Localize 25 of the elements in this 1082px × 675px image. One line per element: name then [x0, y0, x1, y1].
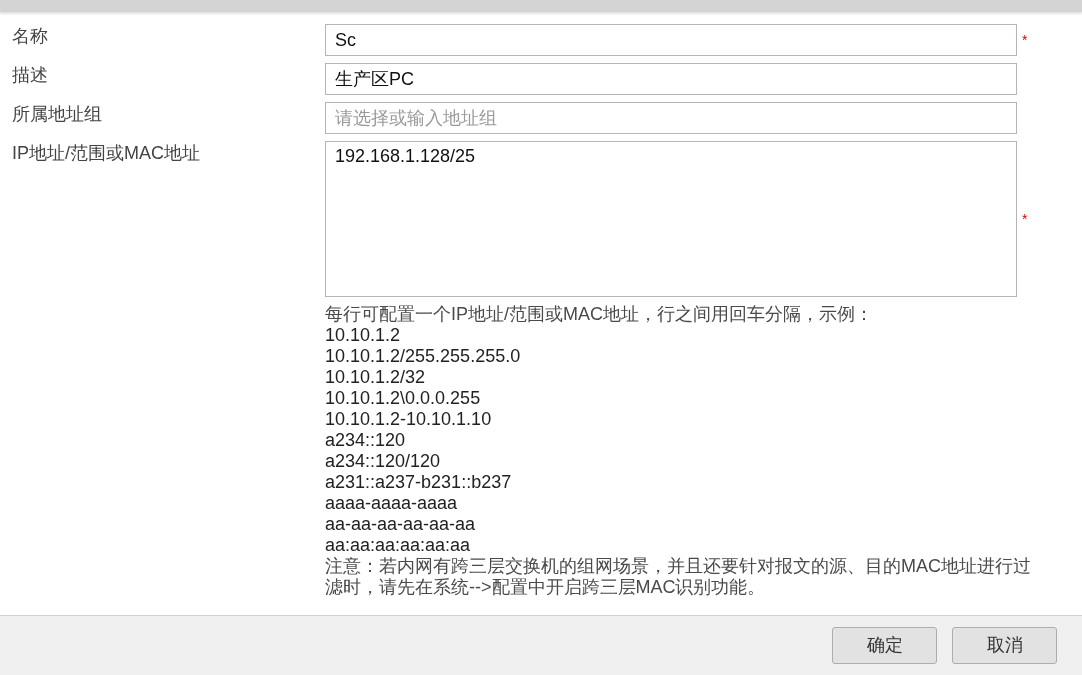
- input-field[interactable]: Sc: [325, 24, 1017, 56]
- example-text: 10.10.1.2/32: [325, 367, 427, 388]
- field-label: IP地址/范围或MAC地址: [12, 142, 201, 165]
- example-text: 10.10.1.2/255.255.255.0: [325, 346, 522, 367]
- confirm-button[interactable]: 确定: [832, 627, 937, 664]
- textarea-field[interactable]: 192.168.1.128/25: [325, 141, 1017, 297]
- example-text: a234::120/120: [325, 451, 442, 472]
- note-text: 注意：若内网有跨三层交换机的组网场景，并且还要针对报文的源、目的MAC地址进行过滤时，请先在系统-->配置中开启跨三层MAC识别功能。: [325, 556, 1032, 598]
- example-text: a231::a237-b231::b237: [325, 472, 513, 493]
- help-text: 每行可配置一个IP地址/范围或MAC地址，行之间用回车分隔，示例：: [325, 304, 874, 325]
- example-text: aa-aa-aa-aa-aa-aa: [325, 514, 477, 535]
- cancel-button[interactable]: 取消: [952, 627, 1057, 664]
- field-label: 描述: [12, 64, 49, 87]
- field-label: 所属地址组: [12, 103, 103, 126]
- example-text: aaaa-aaaa-aaaa: [325, 493, 459, 514]
- example-text: 10.10.1.2\0.0.0.255: [325, 388, 482, 409]
- required-mark: *: [1022, 33, 1028, 47]
- example-text: 10.10.1.2-10.10.1.10: [325, 409, 493, 430]
- example-text: aa:aa:aa:aa:aa:aa: [325, 535, 472, 556]
- field-label: 名称: [12, 25, 49, 48]
- example-text: a234::120: [325, 430, 407, 451]
- input-field[interactable]: 请选择或输入地址组: [325, 102, 1017, 134]
- example-text: 10.10.1.2: [325, 325, 402, 346]
- required-mark: *: [1022, 212, 1028, 226]
- input-field[interactable]: 生产区PC: [325, 63, 1017, 95]
